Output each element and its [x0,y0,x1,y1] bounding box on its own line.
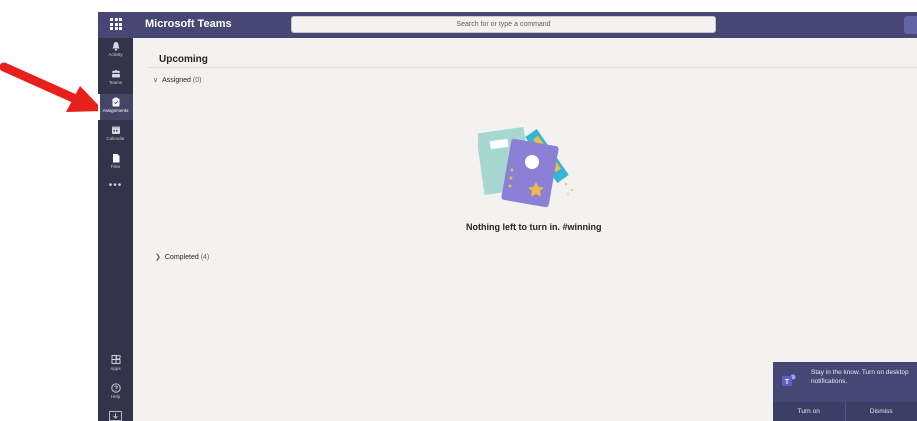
toast-actions: Turn on Dismiss [773,402,917,421]
teams-window: Microsoft Teams Search for or type a com… [98,12,917,421]
app-launcher-icon[interactable] [110,18,122,30]
rail-item-calendar[interactable]: Calendar [98,122,133,148]
app-title: Microsoft Teams [145,18,232,30]
completed-section-toggle[interactable]: ❯ Completed (4) [155,253,209,261]
rail-item-teams[interactable]: Teams [98,66,133,92]
assigned-section-toggle[interactable]: ∨ Assigned (0) [153,76,201,84]
rail-item-label: Activity [108,52,123,57]
turn-on-button[interactable]: Turn on [773,402,845,421]
header-divider [148,67,917,68]
empty-state-illustration [478,126,573,208]
profile-avatar[interactable] [904,16,917,34]
assigned-label: Assigned [162,77,191,84]
rail-item-help[interactable]: Help [98,380,133,406]
teams-logo-icon: T [782,374,796,386]
files-icon [112,154,119,163]
calendar-icon [111,126,120,134]
annotation-arrow [0,62,104,112]
notification-toast: T Stay in the know. Turn on desktop noti… [773,362,917,421]
chevron-down-icon: ∨ [153,77,159,84]
rail-item-label: Calendar [106,136,125,141]
svg-text:T: T [785,379,790,386]
rail-item-activity[interactable]: Activity [98,38,133,64]
assignments-icon [112,97,119,107]
search-input[interactable]: Search for or type a command [291,16,716,33]
rail-item-assignments[interactable]: Assignments [98,94,133,120]
empty-state-message: Nothing left to turn in. #winning [466,222,602,232]
teams-icon [111,70,120,78]
rail-item-label: Apps [110,366,121,371]
more-apps-icon[interactable]: ••• [98,180,133,191]
app-bar: Activity Teams Assignments Calendar File… [98,38,133,421]
toast-message: Stay in the know. Turn on desktop notifi… [811,369,909,385]
completed-label: Completed [164,254,199,261]
page-title: Upcoming [159,54,208,65]
rail-item-label: Assignments [102,108,129,113]
rail-item-label: Files [110,164,121,169]
bell-icon [112,42,119,51]
rail-item-label: Help [110,394,121,399]
rail-item-apps[interactable]: Apps [98,352,133,378]
download-app-icon[interactable] [109,411,122,421]
title-bar: Microsoft Teams Search for or type a com… [98,12,917,38]
rail-item-label: Teams [108,80,123,85]
rail-item-files[interactable]: Files [98,150,133,176]
chevron-right-icon: ❯ [155,254,161,261]
completed-count: (4) [200,254,210,261]
apps-icon [111,355,121,364]
assigned-count: (0) [192,77,202,84]
help-icon [110,383,121,393]
dismiss-button[interactable]: Dismiss [844,402,917,421]
